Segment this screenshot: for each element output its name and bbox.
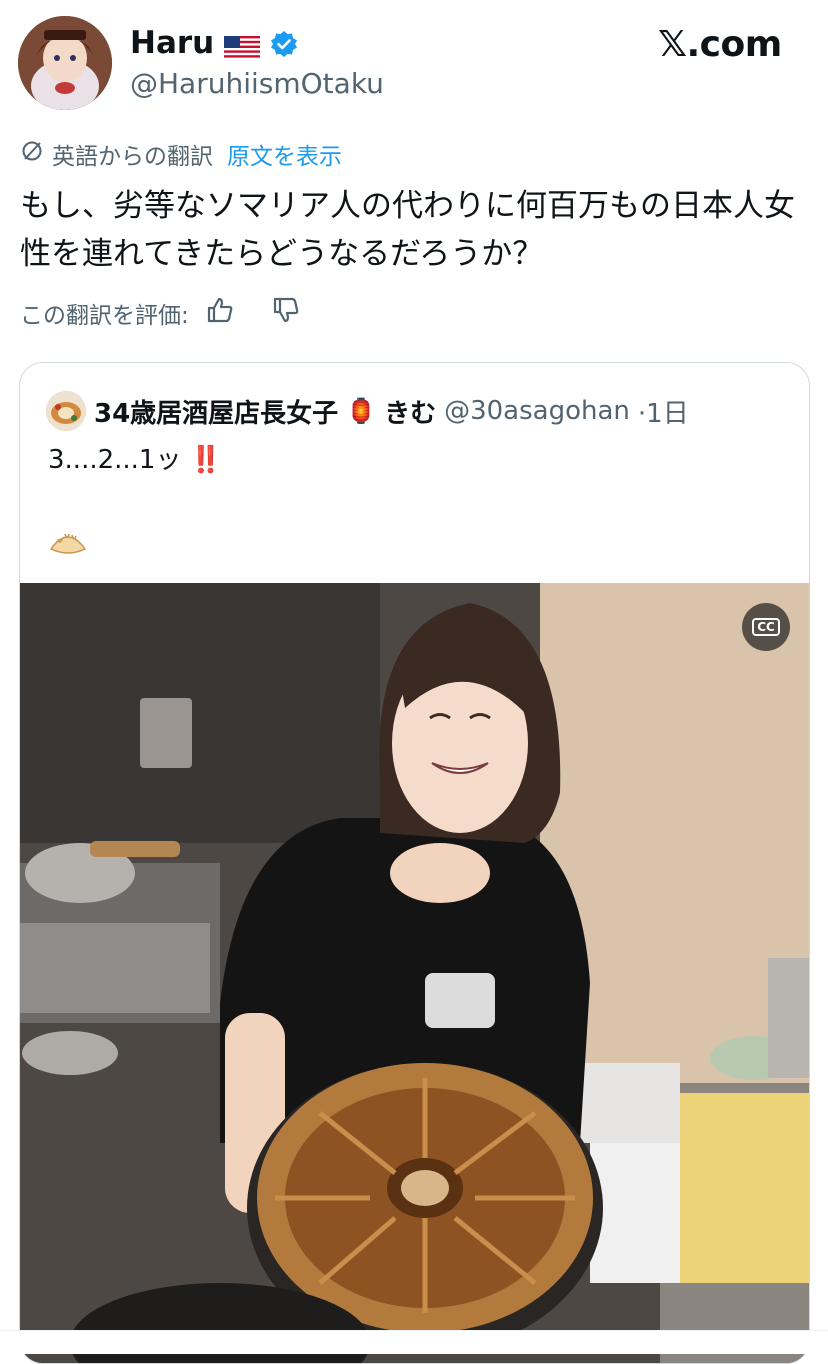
quoted-author-avatar[interactable] bbox=[46, 391, 86, 431]
quoted-post-card[interactable]: 34歳居酒屋店長女子 🏮 きむ @30asagohan ·1日 3....2..… bbox=[19, 362, 810, 1364]
verified-badge-icon bbox=[270, 29, 298, 57]
quoted-author-name-suffix[interactable]: きむ bbox=[384, 393, 436, 430]
rate-translation-row: この翻訳を評価: bbox=[20, 296, 301, 330]
quoted-post-text: 3....2...1ッ bbox=[48, 445, 182, 475]
author-name-row[interactable]: Haru bbox=[130, 24, 298, 62]
dumpling-emoji-icon: 🥟 bbox=[48, 523, 88, 563]
rate-translation-label: この翻訳を評価: bbox=[20, 303, 189, 329]
double-exclamation-emoji: ‼️ bbox=[189, 445, 223, 475]
translation-bar: 英語からの翻訳 原文を表示 bbox=[20, 138, 342, 170]
quoted-post-time[interactable]: ·1日 bbox=[638, 393, 689, 430]
quoted-post-text-row: 3....2...1ッ ‼️ bbox=[48, 443, 222, 477]
dumpling-emoji: 🥟 bbox=[48, 523, 49, 524]
lantern-emoji: 🏮 bbox=[346, 397, 377, 425]
thumbs-down-icon[interactable] bbox=[271, 295, 301, 331]
quoted-post-header: 34歳居酒屋店長女子 🏮 きむ @30asagohan ·1日 bbox=[46, 391, 689, 431]
cc-icon: CC bbox=[752, 618, 780, 636]
translate-icon bbox=[20, 139, 44, 169]
thumbs-up-icon[interactable] bbox=[205, 295, 235, 331]
show-original-link[interactable]: 原文を表示 bbox=[227, 137, 342, 171]
x-brand-watermark: 𝕏.com bbox=[658, 24, 782, 65]
bottom-divider bbox=[0, 1330, 828, 1354]
quoted-author-handle[interactable]: @30asagohan bbox=[444, 396, 630, 426]
closed-captions-button[interactable]: CC bbox=[742, 603, 790, 651]
translated-post-text: もし、劣等なソマリア人の代わりに何百万もの日本人女性を連れてきたらどうなるだろう… bbox=[20, 188, 795, 272]
quoted-author-name[interactable]: 34歳居酒屋店長女子 bbox=[94, 393, 338, 430]
author-display-name[interactable]: Haru bbox=[130, 24, 214, 62]
translation-source-label: 英語からの翻訳 bbox=[52, 144, 213, 170]
author-avatar[interactable] bbox=[18, 16, 112, 110]
us-flag-icon bbox=[224, 31, 261, 60]
quoted-post-video[interactable]: CC bbox=[20, 583, 809, 1363]
author-handle[interactable]: @HaruhiismOtaku bbox=[130, 66, 384, 102]
